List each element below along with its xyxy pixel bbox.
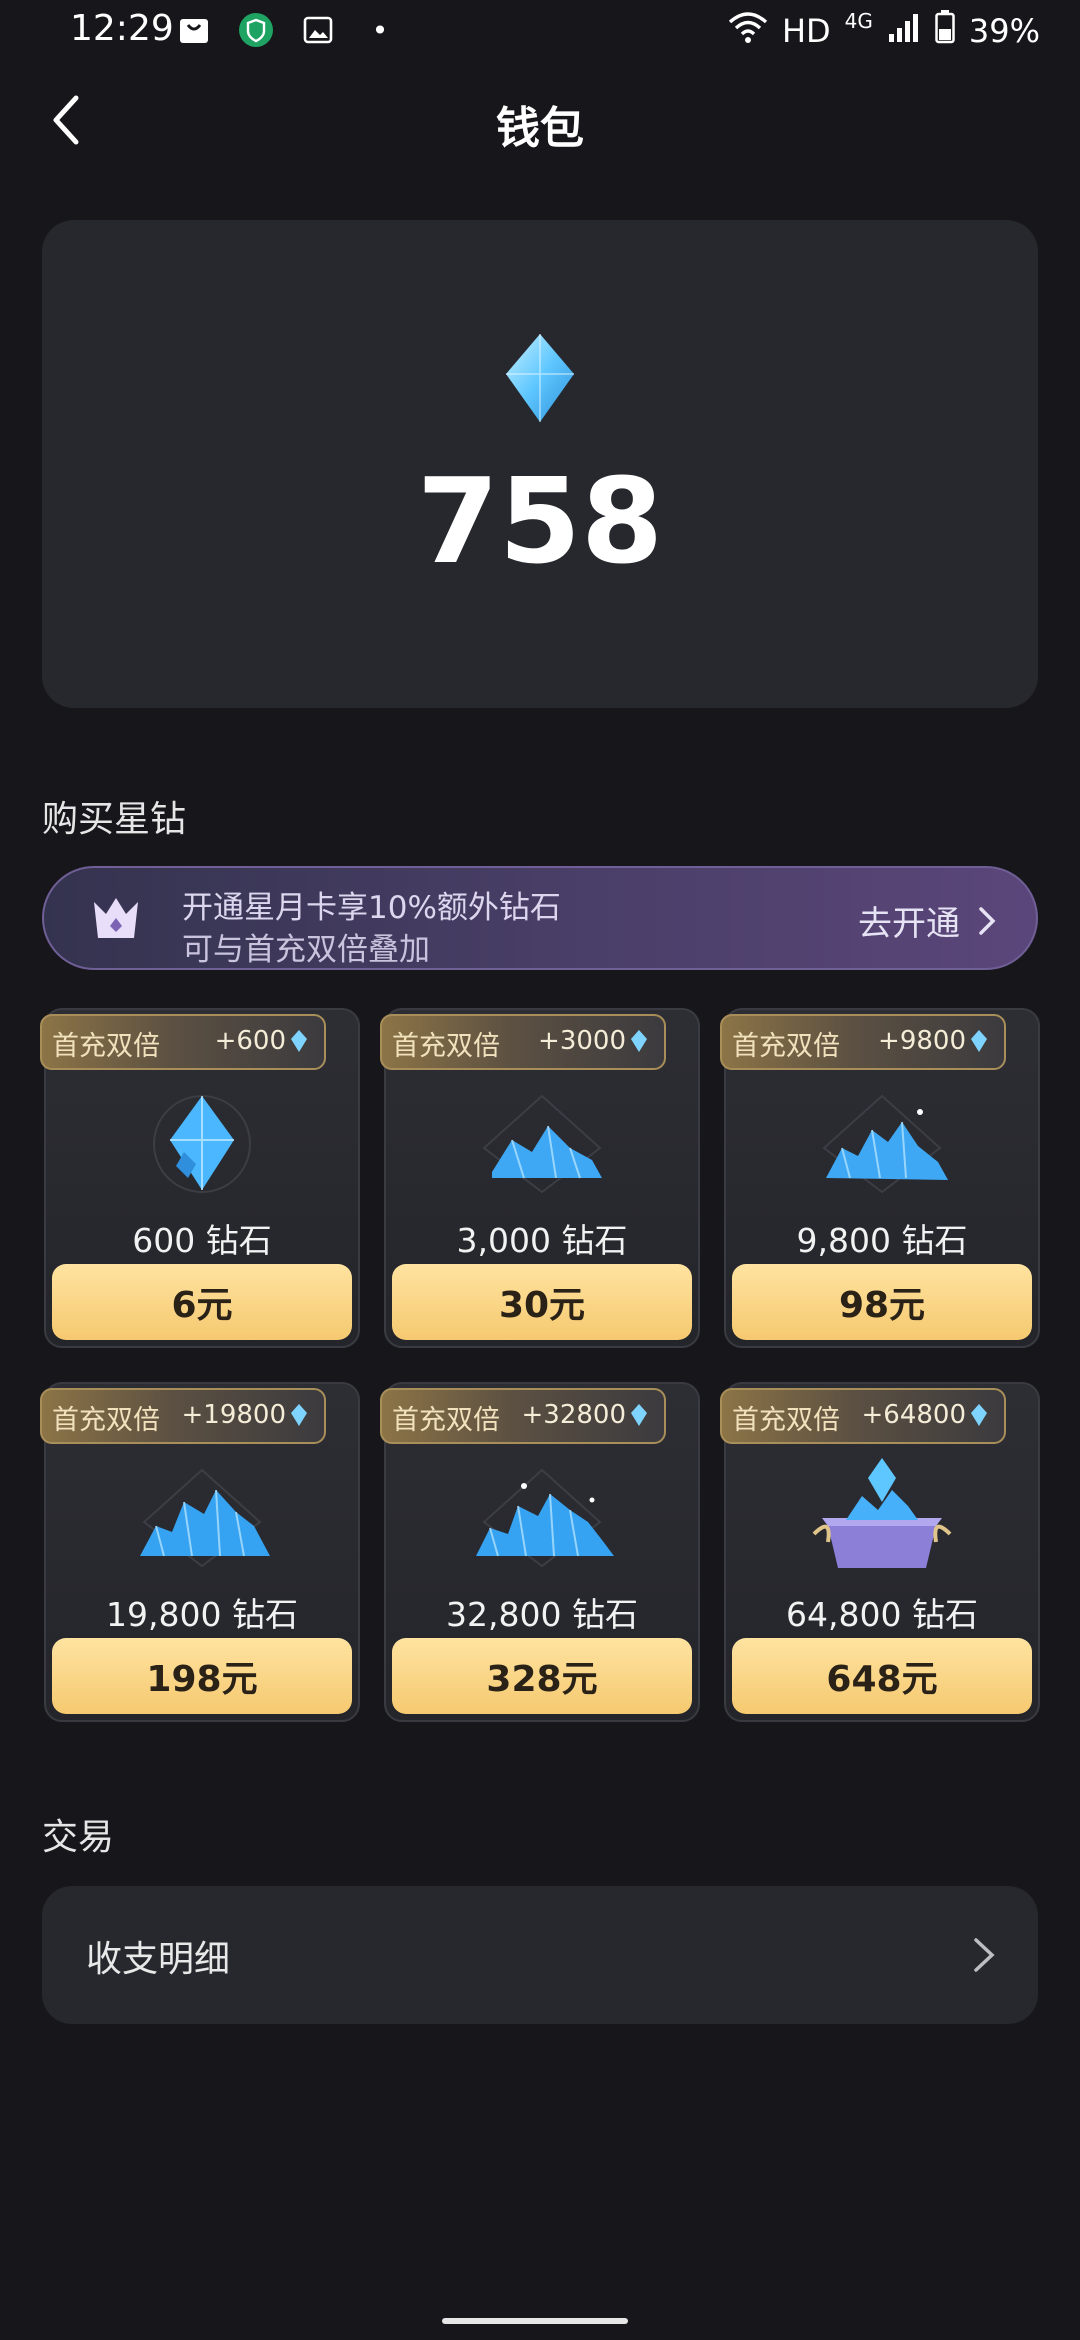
price-button[interactable]: 30元: [392, 1264, 692, 1340]
top-app-bar: 钱包: [0, 70, 1080, 170]
price-button[interactable]: 98元: [732, 1264, 1032, 1340]
package-card-600[interactable]: 首充双倍 +600 600 钻石 6元: [40, 1008, 360, 1348]
promo-activate-link[interactable]: 去开通: [858, 896, 996, 945]
tag-label: 首充双倍: [52, 1405, 160, 1436]
diamond-icon: [504, 332, 576, 424]
package-card-3000[interactable]: 首充双倍 +3000 3,000 钻石 30元: [380, 1008, 700, 1348]
diamond-amount: 64,800 钻石: [786, 1595, 978, 1634]
buy-section-title: 购买星钻: [42, 799, 187, 840]
bonus-text: +32800: [521, 1400, 627, 1430]
price-button[interactable]: 6元: [52, 1264, 352, 1340]
network-hd-label: HD: [781, 12, 831, 50]
promo-text-line1: 开通星月卡享10%额外钻石: [182, 890, 561, 926]
bonus-text: +19800: [181, 1400, 287, 1430]
price-button[interactable]: 328元: [392, 1638, 692, 1714]
tag-label: 首充双倍: [392, 1031, 500, 1062]
promo-action-label: 去开通: [858, 904, 960, 944]
package-card-19800[interactable]: 首充双倍 +19800 19,800 钻石 198元: [40, 1382, 360, 1722]
diamond-amount: 600 钻石: [132, 1221, 272, 1260]
small-diamond-icon: [971, 1030, 987, 1052]
trade-section-title: 交易: [42, 1817, 115, 1858]
bonus-text: +64800: [861, 1400, 967, 1430]
first-recharge-tag: 首充双倍 +9800: [720, 1014, 1006, 1070]
wifi-icon: [728, 10, 768, 52]
signal-icon: [887, 12, 921, 50]
diamond-amount: 3,000 钻石: [456, 1221, 628, 1260]
diamond-amount: 9,800 钻石: [796, 1221, 968, 1260]
bonus-amount: +19800: [182, 1400, 309, 1430]
status-time: 12:29: [70, 8, 174, 49]
membership-promo-banner[interactable]: 开通星月卡享10%额外钻石 可与首充双倍叠加 去开通: [42, 866, 1038, 970]
tag-label: 首充双倍: [732, 1031, 840, 1062]
diamond-amount: 32,800 钻石: [446, 1595, 638, 1634]
single-diamond-icon: [153, 1095, 251, 1193]
bonus-text: +3000: [538, 1026, 626, 1056]
tag-label: 首充双倍: [392, 1405, 500, 1436]
bonus-amount: +64800: [862, 1400, 989, 1430]
package-card-32800[interactable]: 首充双倍 +32800 32,800 钻石 328元: [380, 1382, 700, 1722]
notification-dot: •: [371, 13, 389, 47]
price-button[interactable]: 648元: [732, 1638, 1032, 1714]
crown-icon: [88, 890, 144, 946]
shopping-bag-icon: [176, 12, 212, 48]
bonus-amount: +32800: [522, 1400, 649, 1430]
first-recharge-tag: 首充双倍 +64800: [720, 1388, 1006, 1444]
network-4g-label: 4G: [844, 9, 873, 33]
first-recharge-tag: 首充双倍 +32800: [380, 1388, 666, 1444]
status-notification-icons: •: [176, 12, 398, 48]
diamond-amount: 19,800 钻石: [106, 1595, 298, 1634]
bonus-text: +600: [214, 1026, 286, 1056]
diamond-pile-medium-icon: [822, 1094, 948, 1194]
tag-label: 首充双倍: [732, 1405, 840, 1436]
first-recharge-tag: 首充双倍 +3000: [380, 1014, 666, 1070]
transaction-history-label: 收支明细: [86, 1939, 231, 1980]
small-diamond-icon: [971, 1404, 987, 1426]
package-card-64800[interactable]: 首充双倍 +64800 64,800 钻石 648元: [720, 1382, 1040, 1722]
battery-icon: [935, 10, 955, 52]
balance-card: 758: [42, 220, 1038, 708]
image-icon: [300, 12, 336, 48]
price-button[interactable]: 198元: [52, 1638, 352, 1714]
status-bar: 12:29 • HD 4G 39%: [0, 0, 1080, 64]
diamond-pile-xlarge-icon: [476, 1468, 614, 1568]
chevron-right-icon: [974, 1938, 995, 1972]
package-card-9800[interactable]: 首充双倍 +9800 9,800 钻石 98元: [720, 1008, 1040, 1348]
battery-percent: 39%: [968, 12, 1040, 50]
small-diamond-icon: [631, 1404, 647, 1426]
diamond-pile-small-icon: [482, 1094, 602, 1194]
promo-text-line2: 可与首充双倍叠加: [182, 932, 430, 968]
status-system-icons: HD 4G 39%: [728, 9, 1040, 52]
bonus-amount: +9800: [878, 1026, 988, 1056]
first-recharge-tag: 首充双倍 +19800: [40, 1388, 326, 1444]
small-diamond-icon: [631, 1030, 647, 1052]
page-title: 钱包: [496, 103, 584, 154]
bonus-amount: +3000: [538, 1026, 648, 1056]
home-indicator[interactable]: [442, 2318, 628, 2324]
tag-label: 首充双倍: [52, 1031, 160, 1062]
small-diamond-icon: [291, 1404, 307, 1426]
bonus-text: +9800: [878, 1026, 966, 1056]
shield-app-icon: [238, 12, 274, 48]
chevron-right-icon: [979, 906, 996, 935]
small-diamond-icon: [291, 1030, 307, 1052]
first-recharge-tag: 首充双倍 +600: [40, 1014, 326, 1070]
transaction-history-row[interactable]: 收支明细: [42, 1886, 1038, 2024]
treasure-chest-diamonds-icon: [812, 1458, 952, 1568]
diamond-balance: 758: [416, 452, 664, 590]
diamond-pile-large-icon: [140, 1468, 270, 1568]
bonus-amount: +600: [215, 1026, 308, 1056]
